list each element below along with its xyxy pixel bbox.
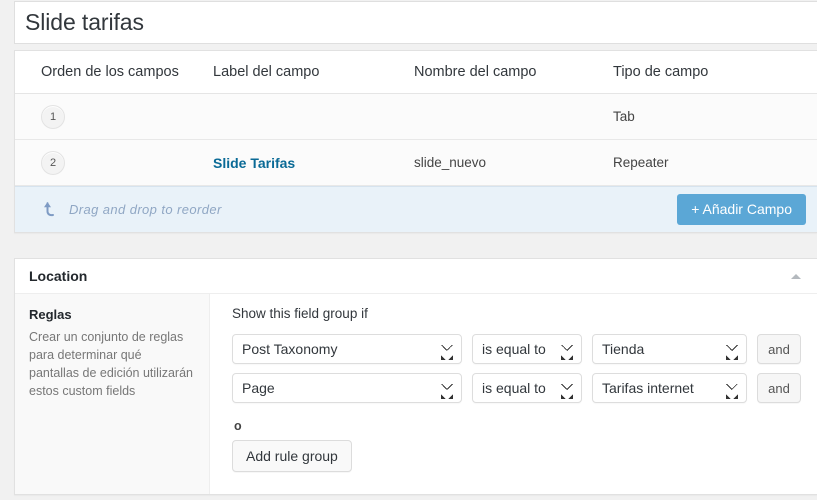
field-type-text: Repeater [613, 155, 669, 170]
add-and-rule-button[interactable]: and [757, 334, 801, 364]
add-field-button[interactable]: + Añadir Campo [677, 194, 806, 225]
field-order-cell: 2 [15, 139, 213, 186]
or-separator: o [234, 419, 242, 433]
column-header-label: Label del campo [213, 51, 414, 94]
rules-heading: Reglas [29, 307, 72, 322]
rule-row: Page is equal to Tarifas internet and [232, 373, 817, 403]
location-panel-header[interactable]: Location [15, 259, 817, 294]
column-header-name: Nombre del campo [414, 51, 613, 94]
table-row[interactable]: 1 Tab [15, 93, 817, 140]
rule-value-select[interactable]: Tienda [592, 334, 747, 364]
field-label-link[interactable]: Slide Tarifas [213, 155, 295, 171]
field-order-cell: 1 [15, 93, 213, 140]
location-panel-body: Reglas Crear un conjunto de reglas para … [15, 294, 817, 494]
add-and-rule-button[interactable]: and [757, 373, 801, 403]
column-header-order: Orden de los campos [15, 51, 213, 94]
rules-sidebar: Reglas Crear un conjunto de reglas para … [15, 294, 210, 494]
table-header-row: Orden de los campos Label del campo Nomb… [15, 51, 817, 94]
field-type-cell: Repeater [613, 139, 817, 186]
triangle-up-icon[interactable] [789, 269, 803, 283]
rule-operator-select[interactable]: is equal to [472, 334, 582, 364]
field-type-text: Tab [613, 109, 635, 124]
post-title-field[interactable]: Slide tarifas [14, 1, 817, 44]
curved-arrow-up-left-icon [41, 200, 61, 220]
field-name-cell [414, 93, 613, 140]
fields-panel: Orden de los campos Label del campo Nomb… [14, 50, 817, 233]
fields-table: Orden de los campos Label del campo Nomb… [15, 51, 817, 186]
rule-value-select[interactable]: Tarifas internet [592, 373, 747, 403]
rules-description: Crear un conjunto de reglas para determi… [29, 330, 193, 399]
drag-hint-text: Drag and drop to reorder [69, 202, 222, 217]
order-badge[interactable]: 1 [41, 104, 65, 129]
table-row[interactable]: 2 Slide Tarifas slide_nuevo Repeater [15, 139, 817, 186]
rule-row: Post Taxonomy is equal to Tienda and [232, 334, 817, 364]
field-name-text: slide_nuevo [414, 155, 487, 170]
field-label-cell: Slide Tarifas [213, 139, 414, 186]
fields-footer: Drag and drop to reorder + Añadir Campo [15, 186, 817, 232]
page-title: Slide tarifas [25, 9, 144, 35]
rule-param-select[interactable]: Page [232, 373, 462, 403]
add-rule-group-button[interactable]: Add rule group [232, 440, 352, 472]
order-badge[interactable]: 2 [41, 150, 65, 175]
column-header-type: Tipo de campo [613, 51, 817, 94]
field-label-cell [213, 93, 414, 140]
location-panel: Location Reglas Crear un conjunto de reg… [14, 258, 817, 495]
show-field-group-if-label: Show this field group if [232, 306, 368, 321]
rule-operator-select[interactable]: is equal to [472, 373, 582, 403]
field-name-cell: slide_nuevo [414, 139, 613, 186]
location-panel-title: Location [29, 268, 88, 284]
field-type-cell: Tab [613, 93, 817, 140]
rules-main: Show this field group if Post Taxonomy i… [210, 294, 817, 494]
rule-param-select[interactable]: Post Taxonomy [232, 334, 462, 364]
